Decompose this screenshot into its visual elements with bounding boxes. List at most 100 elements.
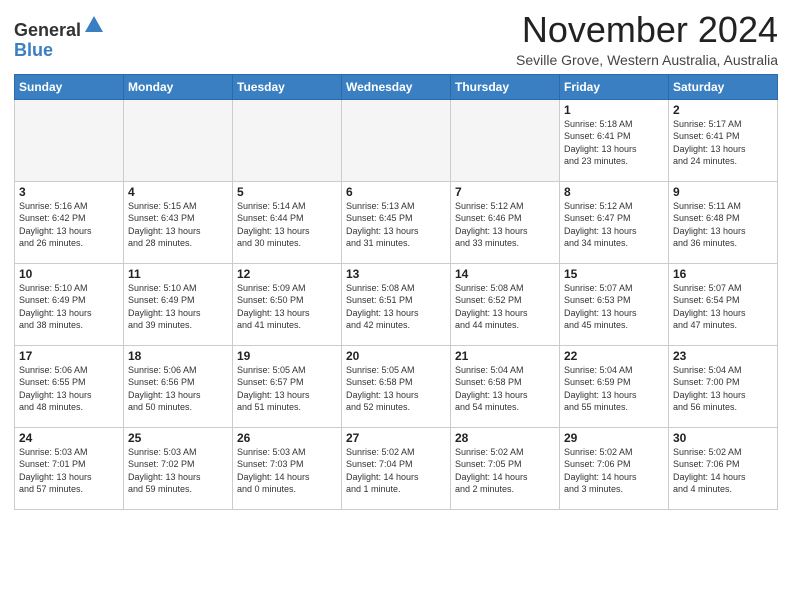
day-number: 17	[19, 349, 119, 363]
table-row: 8Sunrise: 5:12 AMSunset: 6:47 PMDaylight…	[560, 181, 669, 263]
day-number: 22	[564, 349, 664, 363]
table-row: 12Sunrise: 5:09 AMSunset: 6:50 PMDayligh…	[233, 263, 342, 345]
day-number: 24	[19, 431, 119, 445]
day-info: Sunrise: 5:06 AMSunset: 6:55 PMDaylight:…	[19, 364, 119, 414]
table-row: 25Sunrise: 5:03 AMSunset: 7:02 PMDayligh…	[124, 427, 233, 509]
day-info: Sunrise: 5:13 AMSunset: 6:45 PMDaylight:…	[346, 200, 446, 250]
month-title: November 2024	[516, 10, 778, 50]
calendar-table: Sunday Monday Tuesday Wednesday Thursday…	[14, 74, 778, 510]
col-saturday: Saturday	[669, 74, 778, 99]
day-number: 10	[19, 267, 119, 281]
day-number: 1	[564, 103, 664, 117]
table-row: 2Sunrise: 5:17 AMSunset: 6:41 PMDaylight…	[669, 99, 778, 181]
table-row	[342, 99, 451, 181]
day-info: Sunrise: 5:12 AMSunset: 6:46 PMDaylight:…	[455, 200, 555, 250]
day-number: 20	[346, 349, 446, 363]
day-number: 27	[346, 431, 446, 445]
table-row: 4Sunrise: 5:15 AMSunset: 6:43 PMDaylight…	[124, 181, 233, 263]
day-info: Sunrise: 5:02 AMSunset: 7:05 PMDaylight:…	[455, 446, 555, 496]
day-number: 26	[237, 431, 337, 445]
col-monday: Monday	[124, 74, 233, 99]
logo: General Blue	[14, 14, 105, 61]
day-number: 18	[128, 349, 228, 363]
table-row: 11Sunrise: 5:10 AMSunset: 6:49 PMDayligh…	[124, 263, 233, 345]
day-info: Sunrise: 5:15 AMSunset: 6:43 PMDaylight:…	[128, 200, 228, 250]
table-row: 3Sunrise: 5:16 AMSunset: 6:42 PMDaylight…	[15, 181, 124, 263]
day-number: 5	[237, 185, 337, 199]
day-info: Sunrise: 5:14 AMSunset: 6:44 PMDaylight:…	[237, 200, 337, 250]
day-info: Sunrise: 5:06 AMSunset: 6:56 PMDaylight:…	[128, 364, 228, 414]
day-info: Sunrise: 5:12 AMSunset: 6:47 PMDaylight:…	[564, 200, 664, 250]
table-row: 27Sunrise: 5:02 AMSunset: 7:04 PMDayligh…	[342, 427, 451, 509]
day-number: 15	[564, 267, 664, 281]
day-info: Sunrise: 5:08 AMSunset: 6:51 PMDaylight:…	[346, 282, 446, 332]
col-wednesday: Wednesday	[342, 74, 451, 99]
day-info: Sunrise: 5:18 AMSunset: 6:41 PMDaylight:…	[564, 118, 664, 168]
table-row: 23Sunrise: 5:04 AMSunset: 7:00 PMDayligh…	[669, 345, 778, 427]
table-row	[233, 99, 342, 181]
day-number: 2	[673, 103, 773, 117]
table-row: 14Sunrise: 5:08 AMSunset: 6:52 PMDayligh…	[451, 263, 560, 345]
table-row: 9Sunrise: 5:11 AMSunset: 6:48 PMDaylight…	[669, 181, 778, 263]
day-info: Sunrise: 5:02 AMSunset: 7:06 PMDaylight:…	[673, 446, 773, 496]
table-row: 22Sunrise: 5:04 AMSunset: 6:59 PMDayligh…	[560, 345, 669, 427]
day-number: 3	[19, 185, 119, 199]
calendar-header-row: Sunday Monday Tuesday Wednesday Thursday…	[15, 74, 778, 99]
day-number: 11	[128, 267, 228, 281]
calendar-week-row: 24Sunrise: 5:03 AMSunset: 7:01 PMDayligh…	[15, 427, 778, 509]
page-header: General Blue November 2024 Seville Grove…	[14, 10, 778, 68]
table-row	[15, 99, 124, 181]
day-number: 8	[564, 185, 664, 199]
day-number: 6	[346, 185, 446, 199]
day-number: 9	[673, 185, 773, 199]
day-number: 23	[673, 349, 773, 363]
day-number: 25	[128, 431, 228, 445]
table-row: 20Sunrise: 5:05 AMSunset: 6:58 PMDayligh…	[342, 345, 451, 427]
table-row: 1Sunrise: 5:18 AMSunset: 6:41 PMDaylight…	[560, 99, 669, 181]
day-info: Sunrise: 5:02 AMSunset: 7:06 PMDaylight:…	[564, 446, 664, 496]
calendar-week-row: 1Sunrise: 5:18 AMSunset: 6:41 PMDaylight…	[15, 99, 778, 181]
day-number: 30	[673, 431, 773, 445]
day-number: 21	[455, 349, 555, 363]
calendar-page: General Blue November 2024 Seville Grove…	[0, 0, 792, 612]
table-row	[451, 99, 560, 181]
table-row: 28Sunrise: 5:02 AMSunset: 7:05 PMDayligh…	[451, 427, 560, 509]
day-number: 7	[455, 185, 555, 199]
title-area: November 2024 Seville Grove, Western Aus…	[516, 10, 778, 68]
table-row: 21Sunrise: 5:04 AMSunset: 6:58 PMDayligh…	[451, 345, 560, 427]
day-info: Sunrise: 5:02 AMSunset: 7:04 PMDaylight:…	[346, 446, 446, 496]
table-row: 7Sunrise: 5:12 AMSunset: 6:46 PMDaylight…	[451, 181, 560, 263]
table-row: 24Sunrise: 5:03 AMSunset: 7:01 PMDayligh…	[15, 427, 124, 509]
col-friday: Friday	[560, 74, 669, 99]
table-row: 15Sunrise: 5:07 AMSunset: 6:53 PMDayligh…	[560, 263, 669, 345]
day-info: Sunrise: 5:03 AMSunset: 7:02 PMDaylight:…	[128, 446, 228, 496]
day-number: 16	[673, 267, 773, 281]
day-info: Sunrise: 5:03 AMSunset: 7:01 PMDaylight:…	[19, 446, 119, 496]
logo-icon	[83, 14, 105, 36]
col-thursday: Thursday	[451, 74, 560, 99]
logo-blue: Blue	[14, 40, 53, 60]
table-row: 19Sunrise: 5:05 AMSunset: 6:57 PMDayligh…	[233, 345, 342, 427]
table-row: 13Sunrise: 5:08 AMSunset: 6:51 PMDayligh…	[342, 263, 451, 345]
day-info: Sunrise: 5:08 AMSunset: 6:52 PMDaylight:…	[455, 282, 555, 332]
day-info: Sunrise: 5:04 AMSunset: 6:58 PMDaylight:…	[455, 364, 555, 414]
table-row: 5Sunrise: 5:14 AMSunset: 6:44 PMDaylight…	[233, 181, 342, 263]
table-row	[124, 99, 233, 181]
day-info: Sunrise: 5:09 AMSunset: 6:50 PMDaylight:…	[237, 282, 337, 332]
day-number: 13	[346, 267, 446, 281]
calendar-week-row: 17Sunrise: 5:06 AMSunset: 6:55 PMDayligh…	[15, 345, 778, 427]
day-number: 19	[237, 349, 337, 363]
table-row: 29Sunrise: 5:02 AMSunset: 7:06 PMDayligh…	[560, 427, 669, 509]
day-number: 4	[128, 185, 228, 199]
table-row: 26Sunrise: 5:03 AMSunset: 7:03 PMDayligh…	[233, 427, 342, 509]
logo-general: General	[14, 20, 81, 40]
calendar-week-row: 10Sunrise: 5:10 AMSunset: 6:49 PMDayligh…	[15, 263, 778, 345]
calendar-week-row: 3Sunrise: 5:16 AMSunset: 6:42 PMDaylight…	[15, 181, 778, 263]
day-number: 28	[455, 431, 555, 445]
table-row: 30Sunrise: 5:02 AMSunset: 7:06 PMDayligh…	[669, 427, 778, 509]
day-info: Sunrise: 5:10 AMSunset: 6:49 PMDaylight:…	[19, 282, 119, 332]
day-number: 14	[455, 267, 555, 281]
col-tuesday: Tuesday	[233, 74, 342, 99]
day-info: Sunrise: 5:07 AMSunset: 6:54 PMDaylight:…	[673, 282, 773, 332]
day-info: Sunrise: 5:11 AMSunset: 6:48 PMDaylight:…	[673, 200, 773, 250]
